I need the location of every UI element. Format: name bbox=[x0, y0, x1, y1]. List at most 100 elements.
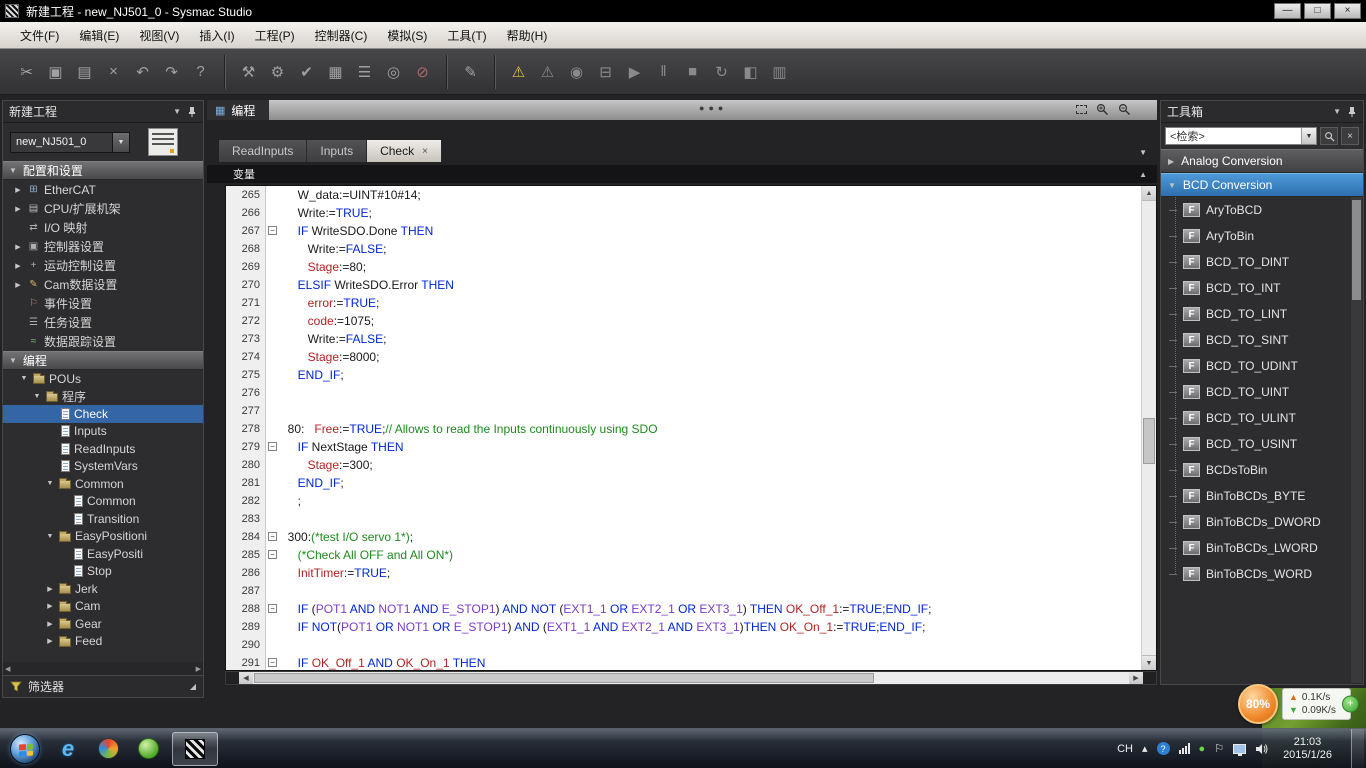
filter-bar[interactable]: 筛选器 ◢ bbox=[3, 675, 203, 697]
edit-mode-icon[interactable]: ✎ bbox=[456, 57, 485, 87]
internet-explorer-button[interactable]: e bbox=[52, 734, 84, 764]
menu-item-9[interactable]: 帮助(H) bbox=[497, 22, 558, 49]
code-line-288[interactable]: 288− IF (POT1 AND NOT1 AND E_STOP1) AND … bbox=[226, 600, 1156, 618]
tree-item-readinputs[interactable]: ReadInputs bbox=[3, 440, 203, 458]
editor-panel-tab[interactable]: ▦ 编程 bbox=[207, 100, 269, 120]
code-line-283[interactable]: 283 bbox=[226, 510, 1156, 528]
fold-collapse-icon[interactable]: − bbox=[268, 442, 277, 451]
code-line-268[interactable]: 268 Write:=FALSE; bbox=[226, 240, 1156, 258]
toolbox-scrollbar[interactable] bbox=[1351, 197, 1362, 683]
chevron-down-icon[interactable]: ▼ bbox=[1333, 107, 1341, 116]
code-line-287[interactable]: 287 bbox=[226, 582, 1156, 600]
tree-horizontal-scrollbar[interactable]: ◀ ▶ bbox=[3, 662, 203, 675]
variable-manager-icon[interactable]: ▦ bbox=[321, 57, 350, 87]
monitor-icon[interactable]: ◉ bbox=[562, 57, 591, 87]
hidden-icons-button[interactable]: ▴ bbox=[1142, 742, 1148, 755]
tree-item-item[interactable]: ≈数据跟踪设置 bbox=[3, 332, 203, 351]
code-line-272[interactable]: 272 code:=1075; bbox=[226, 312, 1156, 330]
sysmac-studio-taskbar-button[interactable] bbox=[172, 732, 218, 766]
chevron-down-icon[interactable]: ▼ bbox=[19, 375, 29, 382]
pin-icon[interactable] bbox=[187, 106, 197, 118]
scroll-left-icon[interactable]: ◀ bbox=[239, 672, 253, 684]
chevron-right-icon[interactable]: ▶ bbox=[45, 637, 55, 645]
display-tray-icon[interactable] bbox=[1233, 744, 1246, 754]
cross-reference-icon[interactable]: ☰ bbox=[350, 57, 379, 87]
tree-item-item[interactable]: ▶▣控制器设置 bbox=[3, 237, 203, 256]
io-monitor-icon[interactable]: ⊟ bbox=[591, 57, 620, 87]
toolbox-function-bintobcds-byte[interactable]: FBinToBCDs_BYTE bbox=[1161, 483, 1363, 509]
minimize-button[interactable]: — bbox=[1274, 3, 1301, 19]
help-icon[interactable]: ? bbox=[186, 57, 215, 87]
tree-item-common[interactable]: ▼Common bbox=[3, 475, 203, 493]
paste-icon[interactable]: ▤ bbox=[70, 57, 99, 87]
toolbox-function-bcd-to-lint[interactable]: FBCD_TO_LINT bbox=[1161, 301, 1363, 327]
search-icon[interactable]: ◎ bbox=[379, 57, 408, 87]
tab-close-icon[interactable]: × bbox=[422, 146, 428, 157]
code-line-273[interactable]: 273 Write:=FALSE; bbox=[226, 330, 1156, 348]
abort-icon[interactable]: ⊘ bbox=[408, 57, 437, 87]
toolbox-function-bintobcds-word[interactable]: FBinToBCDs_WORD bbox=[1161, 561, 1363, 587]
code-line-289[interactable]: 289 IF NOT(POT1 OR NOT1 OR E_STOP1) AND … bbox=[226, 618, 1156, 636]
code-line-286[interactable]: 286 InitTimer:=TRUE; bbox=[226, 564, 1156, 582]
tree-item-check[interactable]: Check bbox=[3, 405, 203, 423]
code-line-278[interactable]: 278 80: Free:=TRUE;// Allows to read the… bbox=[226, 420, 1156, 438]
chevron-down-icon[interactable]: ▼ bbox=[45, 480, 55, 487]
copy-icon[interactable]: ▣ bbox=[41, 57, 70, 87]
tree-item-cam[interactable]: ▶✎Cam数据设置 bbox=[3, 275, 203, 294]
stop-icon[interactable]: ■ bbox=[678, 57, 707, 87]
layout-icon[interactable]: ▥ bbox=[765, 57, 794, 87]
toolbox-function-arytobcd[interactable]: FAryToBCD bbox=[1161, 197, 1363, 223]
antivirus-tray-icon[interactable]: ● bbox=[1199, 743, 1206, 755]
tree-item-pous[interactable]: ▼POUs bbox=[3, 370, 203, 388]
chevron-down-icon[interactable]: ▼ bbox=[32, 393, 42, 400]
tree-item-item[interactable]: ▼程序 bbox=[3, 388, 203, 406]
tree-item-inputs[interactable]: Inputs bbox=[3, 423, 203, 441]
menu-item-4[interactable]: 插入(I) bbox=[189, 22, 244, 49]
code-line-285[interactable]: 285− (*Check All OFF and All ON*) bbox=[226, 546, 1156, 564]
tab-list-dropdown-icon[interactable]: ▼ bbox=[1139, 148, 1147, 157]
volume-icon[interactable] bbox=[1255, 743, 1268, 755]
close-button[interactable]: × bbox=[1334, 3, 1361, 19]
chevron-right-icon[interactable]: ▶ bbox=[45, 585, 55, 593]
delete-icon[interactable]: × bbox=[99, 57, 128, 87]
collapse-up-icon[interactable]: ▲ bbox=[1139, 170, 1147, 179]
toolbox-function-bcdstobin[interactable]: FBCDsToBin bbox=[1161, 457, 1363, 483]
code-line-281[interactable]: 281 END_IF; bbox=[226, 474, 1156, 492]
maximize-button[interactable]: □ bbox=[1304, 3, 1331, 19]
tree-item-cpu[interactable]: ▶▤CPU/扩展机架 bbox=[3, 199, 203, 218]
section-programming[interactable]: ▼ 编程 bbox=[3, 351, 203, 370]
code-line-271[interactable]: 271 error:=TRUE; bbox=[226, 294, 1156, 312]
chevron-right-icon[interactable]: ▶ bbox=[13, 281, 23, 289]
ime-language-indicator[interactable]: CH bbox=[1117, 743, 1133, 755]
scrollbar-thumb[interactable] bbox=[1143, 418, 1155, 464]
undo-icon[interactable]: ↶ bbox=[128, 57, 157, 87]
toolbox-function-bcd-to-int[interactable]: FBCD_TO_INT bbox=[1161, 275, 1363, 301]
code-line-267[interactable]: 267− IF WriteSDO.Done THEN bbox=[226, 222, 1156, 240]
toolbox-function-arytobin[interactable]: FAryToBin bbox=[1161, 223, 1363, 249]
zoom-in-icon[interactable] bbox=[1096, 103, 1109, 116]
tab-inputs[interactable]: Inputs bbox=[307, 140, 367, 162]
chevron-down-icon[interactable]: ▼ bbox=[112, 133, 129, 152]
observation-icon[interactable]: ⚠ bbox=[533, 57, 562, 87]
fold-collapse-icon[interactable]: − bbox=[268, 532, 277, 541]
toolbox-function-bintobcds-lword[interactable]: FBinToBCDs_LWORD bbox=[1161, 535, 1363, 561]
tree-item-transition[interactable]: Transition bbox=[3, 510, 203, 528]
sogou-browser-button[interactable] bbox=[92, 734, 124, 764]
toolbox-function-bcd-to-usint[interactable]: FBCD_TO_USINT bbox=[1161, 431, 1363, 457]
menu-item-7[interactable]: 模拟(S) bbox=[377, 22, 437, 49]
menu-item-5[interactable]: 工程(P) bbox=[245, 22, 305, 49]
pin-icon[interactable] bbox=[1347, 106, 1357, 118]
search-input[interactable] bbox=[1166, 128, 1301, 144]
menu-item-1[interactable]: 文件(F) bbox=[10, 22, 69, 49]
code-line-265[interactable]: 265 W_data:=UINT#10#14; bbox=[226, 186, 1156, 204]
code-line-275[interactable]: 275 END_IF; bbox=[226, 366, 1156, 384]
build-icon[interactable]: ⚒ bbox=[234, 57, 263, 87]
progress-badge[interactable]: 80% bbox=[1238, 684, 1278, 724]
chevron-right-icon[interactable]: ▶ bbox=[45, 620, 55, 628]
download-speed-overlay[interactable]: 80% ▲0.1K/s ▼0.09K/s + bbox=[1238, 684, 1351, 724]
tree-item-item[interactable]: ▶+运动控制设置 bbox=[3, 256, 203, 275]
code-line-279[interactable]: 279− IF NextStage THEN bbox=[226, 438, 1156, 456]
code-line-282[interactable]: 282 ; bbox=[226, 492, 1156, 510]
tree-item-common[interactable]: Common bbox=[3, 493, 203, 511]
code-line-280[interactable]: 280 Stage:=300; bbox=[226, 456, 1156, 474]
